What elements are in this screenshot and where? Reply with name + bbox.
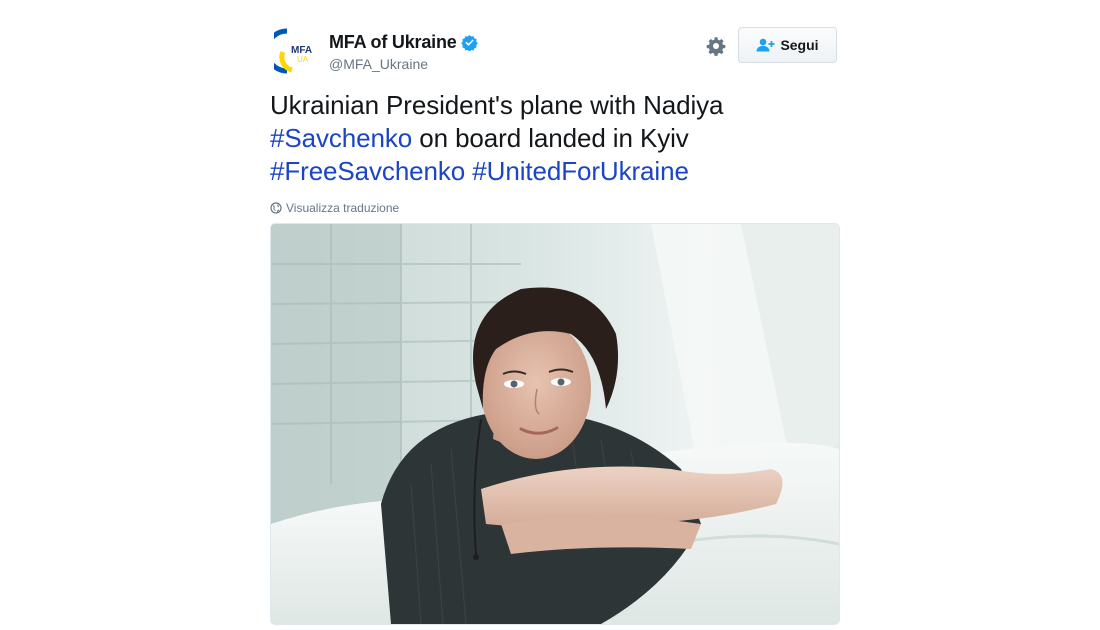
photo-image [271,224,839,624]
hashtag-link[interactable]: #Savchenko [270,123,412,153]
tweet-card: MFA UA MFA of Ukraine @MFA_Ukraine Segui… [270,22,840,625]
tweet-text-part: on board landed in Kyiv [419,123,689,153]
hashtag-link[interactable]: #UnitedForUkraine [472,156,689,186]
follow-button[interactable]: Segui [738,27,837,63]
follow-button-label: Segui [780,37,819,53]
translate-link[interactable]: Visualizza traduzione [270,201,839,215]
avatar-text-bottom: UA [297,55,309,64]
tweet-text-part: Ukrainian President's plane with Nadiya [270,90,724,120]
tweet-header: MFA UA MFA of Ukraine @MFA_Ukraine Segui [270,22,839,82]
mfa-logo-icon: MFA UA [274,28,312,74]
account-handle[interactable]: @MFA_Ukraine [329,56,478,72]
globe-icon [270,202,282,214]
tweet-photo[interactable] [270,223,840,625]
translate-label: Visualizza traduzione [286,201,400,215]
tweet-text: Ukrainian President's plane with Nadiya … [270,89,839,188]
display-name[interactable]: MFA of Ukraine [329,32,457,53]
account-names: MFA of Ukraine @MFA_Ukraine [329,31,478,72]
display-name-row: MFA of Ukraine [329,31,478,53]
gear-icon[interactable] [706,36,726,56]
add-user-icon [756,38,775,52]
avatar[interactable]: MFA UA [274,28,320,74]
hashtag-link[interactable]: #FreeSavchenko [270,156,465,186]
verified-badge-icon [460,34,478,51]
